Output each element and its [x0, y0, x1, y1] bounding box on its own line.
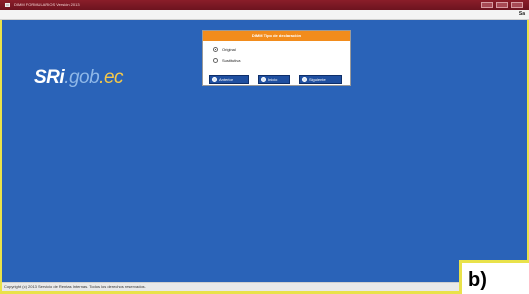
- back-arrow-icon: [212, 77, 217, 82]
- window-title: DIMM FORMULARIOS Versión 2013: [14, 2, 80, 7]
- home-button[interactable]: Inicio: [258, 75, 290, 84]
- app-icon: [5, 3, 10, 7]
- previous-button[interactable]: Anterior: [209, 75, 249, 84]
- menu-bar: Sa: [0, 10, 529, 20]
- option-original[interactable]: Original: [213, 47, 236, 52]
- title-bar: DIMM FORMULARIOS Versión 2013: [0, 0, 529, 10]
- window-controls: [481, 2, 523, 8]
- status-bar: Copyright (c) 2013 Servicio de Rentas In…: [2, 282, 527, 291]
- forward-arrow-icon: [302, 77, 307, 82]
- maximize-button[interactable]: [496, 2, 508, 8]
- sri-logo: SRi.gob.ec: [34, 67, 124, 88]
- menu-item-salir[interactable]: Sa: [519, 11, 525, 17]
- option-original-label: Original: [222, 47, 236, 52]
- dialog-title: DIMM Tipo de declaración: [203, 31, 350, 41]
- declaration-type-dialog: DIMM Tipo de declaración Original Sustit…: [202, 30, 351, 86]
- radio-original[interactable]: [213, 47, 218, 52]
- option-sustitutiva-label: Sustitutiva: [222, 58, 241, 63]
- option-sustitutiva[interactable]: Sustitutiva: [213, 58, 240, 63]
- next-button[interactable]: Siguiente: [299, 75, 342, 84]
- home-icon: [261, 77, 266, 82]
- minimize-button[interactable]: [481, 2, 493, 8]
- copyright-text: Copyright (c) 2013 Servicio de Rentas In…: [4, 284, 146, 289]
- radio-sustitutiva[interactable]: [213, 58, 218, 63]
- figure-label: b): [459, 260, 529, 294]
- close-button[interactable]: [511, 2, 523, 8]
